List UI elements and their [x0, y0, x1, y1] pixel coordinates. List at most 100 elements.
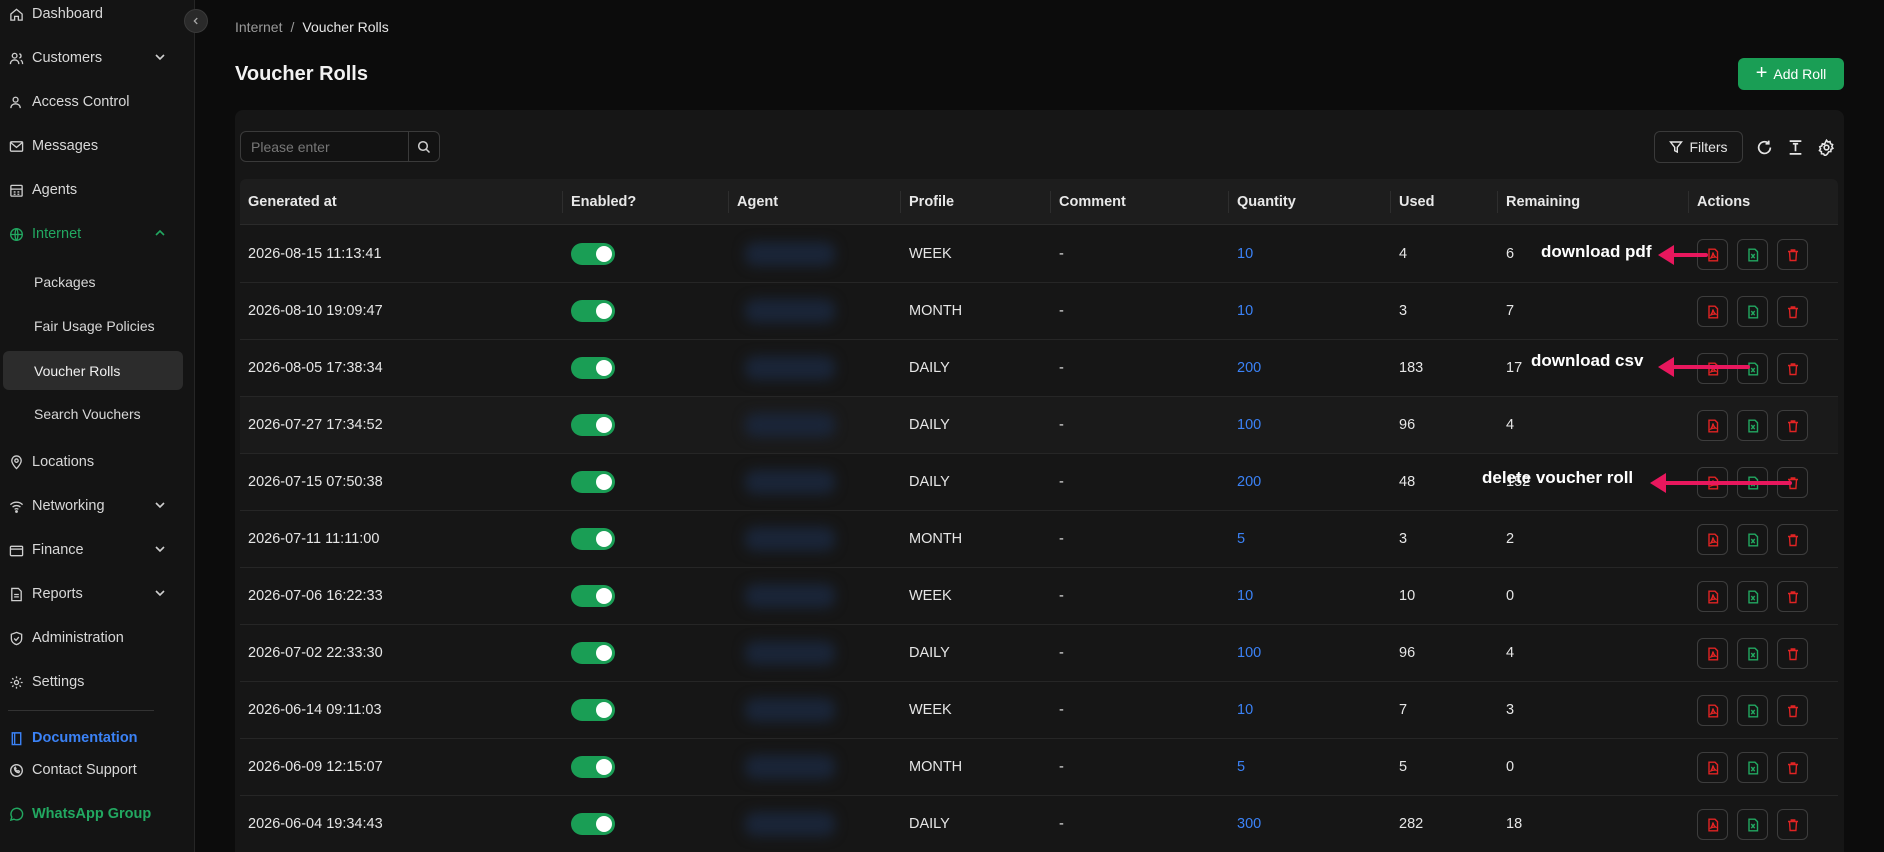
- cell-quantity-link[interactable]: 5: [1237, 511, 1245, 567]
- cell-quantity-link[interactable]: 10: [1237, 682, 1253, 738]
- sidebar-item-packages[interactable]: Packages: [0, 262, 195, 302]
- download-csv-button[interactable]: [1737, 695, 1768, 726]
- download-csv-button[interactable]: [1737, 581, 1768, 612]
- sidebar-item-administration[interactable]: Administration: [0, 618, 195, 658]
- column-header-comment[interactable]: Comment: [1059, 179, 1126, 225]
- enabled-toggle[interactable]: [571, 471, 615, 493]
- sidebar-item-reports[interactable]: Reports: [0, 574, 195, 614]
- column-height-button[interactable]: [1786, 138, 1804, 156]
- download-pdf-button[interactable]: [1697, 581, 1728, 612]
- sidebar-item-label: Administration: [32, 630, 124, 646]
- sidebar-item-customers[interactable]: Customers: [0, 38, 195, 78]
- column-header-used[interactable]: Used: [1399, 179, 1434, 225]
- cell-quantity-link[interactable]: 200: [1237, 454, 1261, 510]
- delete-roll-button[interactable]: [1777, 581, 1808, 612]
- delete-roll-button[interactable]: [1777, 410, 1808, 441]
- sidebar-item-finance[interactable]: Finance: [0, 530, 195, 570]
- enabled-toggle[interactable]: [571, 300, 615, 322]
- column-header-profile[interactable]: Profile: [909, 179, 954, 225]
- cell-quantity-link[interactable]: 300: [1237, 796, 1261, 852]
- delete-roll-button[interactable]: [1777, 524, 1808, 555]
- cell-used: 183: [1399, 360, 1424, 376]
- cell-quantity-link[interactable]: 10: [1237, 568, 1253, 624]
- enabled-toggle[interactable]: [571, 414, 615, 436]
- csv-file-icon: [1746, 761, 1760, 775]
- sidebar-item-contact-support[interactable]: Contact Support: [0, 750, 195, 790]
- enabled-toggle[interactable]: [571, 813, 615, 835]
- download-pdf-button[interactable]: [1697, 809, 1728, 840]
- collapse-sidebar-button[interactable]: [184, 9, 208, 33]
- pdf-file-icon: [1706, 305, 1720, 319]
- download-csv-button[interactable]: [1737, 752, 1768, 783]
- column-settings-button[interactable]: [1817, 138, 1835, 156]
- breadcrumb-separator: /: [290, 19, 295, 35]
- search-input[interactable]: [241, 132, 408, 161]
- add-roll-button[interactable]: + Add Roll: [1738, 58, 1844, 90]
- sidebar-item-fair-usage-policies[interactable]: Fair Usage Policies: [0, 306, 195, 346]
- sidebar-item-dashboard[interactable]: Dashboard: [0, 0, 195, 34]
- csv-file-icon: [1746, 305, 1760, 319]
- sidebar-item-networking[interactable]: Networking: [0, 486, 195, 526]
- cell-quantity-link[interactable]: 200: [1237, 340, 1261, 396]
- chevron-down-icon: [155, 502, 165, 509]
- sidebar-item-access-control[interactable]: Access Control: [0, 82, 195, 122]
- enabled-toggle[interactable]: [571, 528, 615, 550]
- sidebar-item-agents[interactable]: Agents: [0, 170, 195, 210]
- enabled-toggle[interactable]: [571, 243, 615, 265]
- breadcrumb-parent[interactable]: Internet: [235, 19, 282, 35]
- enabled-toggle[interactable]: [571, 585, 615, 607]
- cell-profile: MONTH: [909, 531, 963, 547]
- delete-roll-button[interactable]: [1777, 296, 1808, 327]
- enabled-toggle[interactable]: [571, 699, 615, 721]
- enabled-toggle[interactable]: [571, 756, 615, 778]
- cell-quantity-link[interactable]: 10: [1237, 226, 1253, 282]
- column-header-remaining[interactable]: Remaining: [1506, 179, 1580, 225]
- delete-roll-button[interactable]: [1777, 695, 1808, 726]
- delete-roll-button[interactable]: [1777, 809, 1808, 840]
- refresh-button[interactable]: [1755, 138, 1773, 156]
- agent-name-blurred: [745, 242, 835, 266]
- sidebar-item-whatsapp-group[interactable]: WhatsApp Group: [0, 794, 195, 834]
- enabled-toggle[interactable]: [571, 642, 615, 664]
- delete-roll-button[interactable]: [1777, 353, 1808, 384]
- download-pdf-button[interactable]: [1697, 638, 1728, 669]
- download-pdf-button[interactable]: [1697, 695, 1728, 726]
- download-csv-button[interactable]: [1737, 296, 1768, 327]
- column-header-generated-at[interactable]: Generated at: [248, 179, 337, 225]
- cell-used: 7: [1399, 702, 1408, 718]
- sidebar-item-search-vouchers[interactable]: Search Vouchers: [0, 394, 195, 434]
- cell-comment: -: [1059, 246, 1064, 262]
- download-pdf-button[interactable]: [1697, 296, 1728, 327]
- enabled-toggle[interactable]: [571, 357, 615, 379]
- sidebar-item-messages[interactable]: Messages: [0, 126, 195, 166]
- delete-roll-button[interactable]: [1777, 239, 1808, 270]
- cell-quantity-link[interactable]: 10: [1237, 283, 1253, 339]
- download-pdf-button[interactable]: [1697, 410, 1728, 441]
- sidebar-item-label: Finance: [32, 542, 84, 558]
- sidebar-item-locations[interactable]: Locations: [0, 442, 195, 482]
- cell-quantity-link[interactable]: 5: [1237, 739, 1245, 795]
- shield-icon: [8, 630, 24, 646]
- download-csv-button[interactable]: [1737, 638, 1768, 669]
- download-pdf-button[interactable]: [1697, 752, 1728, 783]
- csv-file-icon: [1746, 590, 1760, 604]
- search-button[interactable]: [408, 132, 439, 161]
- sidebar-item-label: Documentation: [32, 730, 138, 746]
- sidebar-item-internet[interactable]: Internet: [0, 214, 195, 254]
- download-csv-button[interactable]: [1737, 524, 1768, 555]
- sidebar-item-voucher-rolls[interactable]: Voucher Rolls: [3, 351, 183, 390]
- sidebar-item-settings[interactable]: Settings: [0, 662, 195, 702]
- column-header-agent[interactable]: Agent: [737, 179, 778, 225]
- download-csv-button[interactable]: [1737, 239, 1768, 270]
- download-pdf-button[interactable]: [1697, 524, 1728, 555]
- delete-roll-button[interactable]: [1777, 752, 1808, 783]
- cell-profile: WEEK: [909, 702, 952, 718]
- filters-button[interactable]: Filters: [1654, 131, 1743, 163]
- cell-quantity-link[interactable]: 100: [1237, 397, 1261, 453]
- download-csv-button[interactable]: [1737, 410, 1768, 441]
- delete-roll-button[interactable]: [1777, 638, 1808, 669]
- column-header-quantity[interactable]: Quantity: [1237, 179, 1296, 225]
- download-csv-button[interactable]: [1737, 809, 1768, 840]
- column-header-enabled[interactable]: Enabled?: [571, 179, 636, 225]
- cell-quantity-link[interactable]: 100: [1237, 625, 1261, 681]
